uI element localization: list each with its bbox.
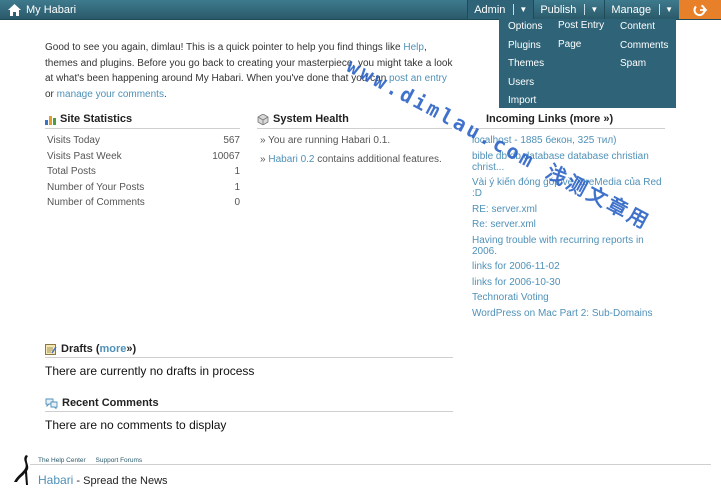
chevron-down-icon[interactable]: ▼: [590, 5, 598, 14]
top-bar: My Habari Admin ▼ Publish ▼ Manage ▼: [0, 0, 721, 20]
recent-comments-title: Recent Comments: [45, 397, 159, 409]
menu-item-options[interactable]: Options: [508, 20, 544, 39]
help-center-link[interactable]: The Help Center: [38, 457, 86, 464]
drafts-more-link[interactable]: more: [100, 343, 127, 355]
menu-dropdown: Options Plugins Themes Users Import Post…: [499, 19, 676, 108]
incoming-link[interactable]: WordPress on Mac Part 2: Sub-Domains: [472, 308, 667, 319]
menu-item-spam[interactable]: Spam: [620, 57, 668, 76]
help-link[interactable]: Help: [403, 42, 424, 53]
menu-item-import[interactable]: Import: [508, 94, 544, 113]
manage-comments-link[interactable]: manage your comments: [57, 89, 164, 100]
menu-item-users[interactable]: Users: [508, 76, 544, 95]
stat-row: Visits Today 567: [47, 135, 240, 146]
site-title: My Habari: [26, 3, 77, 16]
menu-manage[interactable]: Manage ▼: [604, 0, 679, 19]
menu-item-content[interactable]: Content: [620, 20, 668, 39]
chevron-down-icon[interactable]: ▼: [519, 5, 527, 14]
incoming-link[interactable]: links for 2006-11-02: [472, 261, 667, 272]
stat-row: Total Posts 1: [47, 166, 240, 177]
menu-item-comments[interactable]: Comments: [620, 39, 668, 58]
menu-item-themes[interactable]: Themes: [508, 57, 544, 76]
habari-logo: [12, 454, 34, 491]
menu-item-plugins[interactable]: Plugins: [508, 39, 544, 58]
logout-button[interactable]: [679, 0, 721, 19]
drafts-title: Drafts (more »): [45, 343, 136, 355]
incoming-link[interactable]: links for 2006-10-30: [472, 277, 667, 288]
server-icon: [257, 113, 269, 125]
health-item: » You are running Habari 0.1.: [260, 135, 391, 146]
comments-empty-message: There are no comments to display: [45, 418, 227, 432]
menu-item-post-entry[interactable]: Post Entry: [558, 19, 604, 38]
footer-brand: Habari - Spread the News: [38, 473, 168, 487]
stat-row: Number of Your Posts 1: [47, 181, 240, 193]
incoming-link[interactable]: Having trouble with recurring reports in…: [472, 235, 667, 257]
incoming-links-title: Incoming Links (more »): [486, 113, 614, 125]
footer-links: The Help Center Support Forums: [38, 457, 150, 464]
home-icon: [8, 3, 21, 16]
footer-divider: [30, 464, 711, 465]
stat-row: Number of Comments 0: [47, 197, 240, 208]
system-health-list: » You are running Habari 0.1. » Habari 0…: [260, 135, 460, 172]
bar-chart-icon: [45, 115, 56, 125]
chevron-down-icon[interactable]: ▼: [665, 5, 673, 14]
support-forums-link[interactable]: Support Forums: [96, 457, 143, 464]
home-link[interactable]: My Habari: [8, 2, 76, 17]
menu-publish[interactable]: Publish ▼: [533, 0, 604, 19]
incoming-link[interactable]: Technorati Voting: [472, 292, 667, 303]
health-item: » Habari 0.2 contains additional feature…: [260, 153, 442, 165]
divider: [45, 128, 240, 129]
divider: [45, 411, 453, 412]
comments-icon: [45, 398, 58, 409]
menu-admin[interactable]: Admin ▼: [467, 0, 534, 19]
habari-link[interactable]: Habari: [38, 473, 73, 487]
stat-row: Visits Past Week 10067: [47, 150, 240, 162]
draft-icon: [45, 343, 57, 355]
menu-item-page[interactable]: Page: [558, 38, 604, 57]
drafts-empty-message: There are currently no drafts in process: [45, 364, 255, 378]
divider: [45, 357, 453, 358]
habari-version-link[interactable]: Habari 0.2: [268, 154, 314, 165]
power-icon: [693, 4, 708, 16]
site-statistics-list: Visits Today 567 Visits Past Week 10067 To…: [47, 135, 240, 213]
site-statistics-title: Site Statistics: [45, 113, 132, 125]
divider: [257, 128, 452, 129]
habari-logo-icon: [14, 455, 29, 485]
system-health-title: System Health: [257, 113, 349, 125]
